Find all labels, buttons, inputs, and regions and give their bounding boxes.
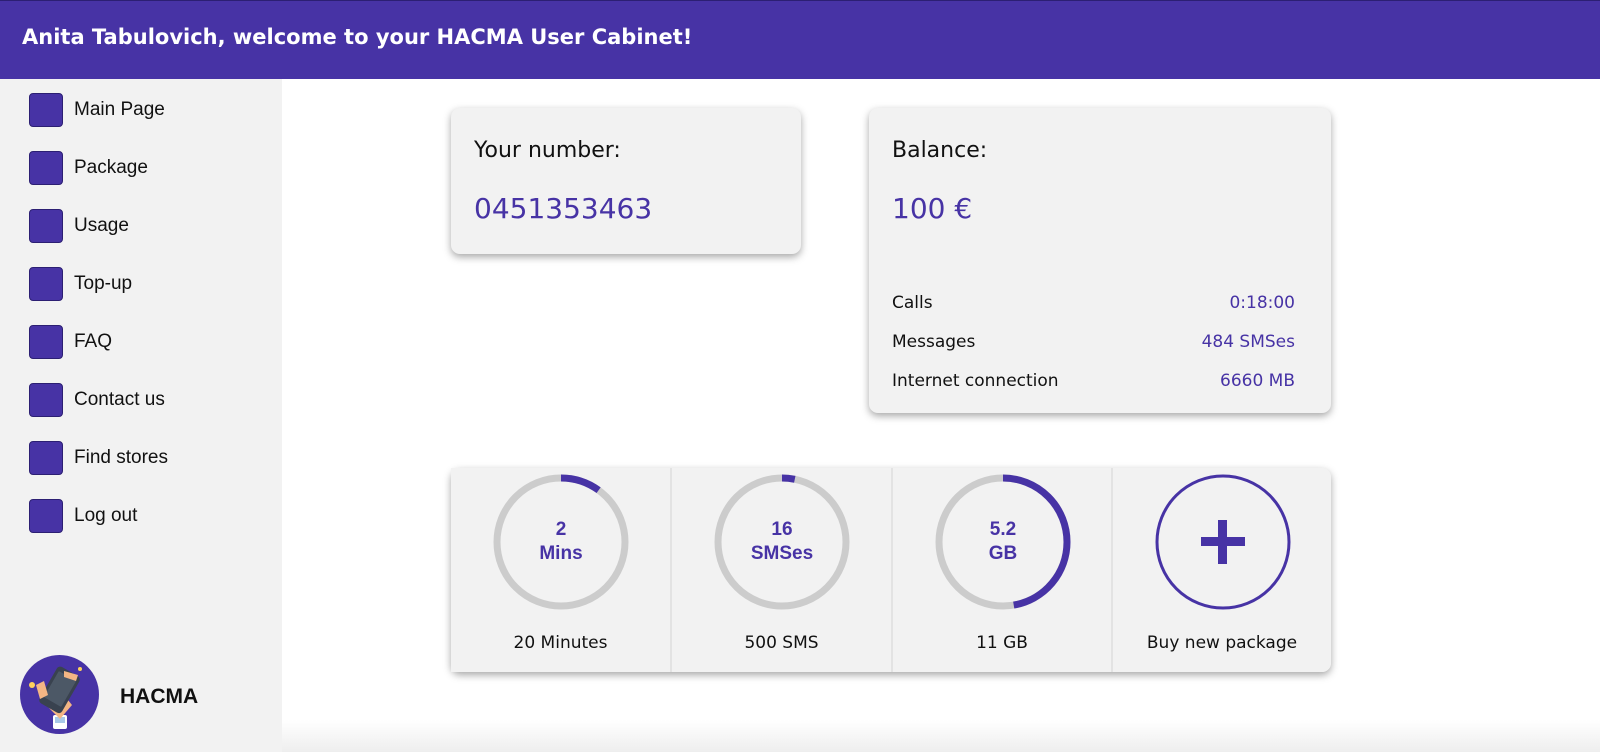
sidebar: Main Page Package Usage Top-up FAQ Conta… [0,79,282,752]
usage-value: 2 [555,519,567,540]
row-value: 6660 MB [1220,371,1295,391]
balance-row-messages: Messages 484 SMSes [892,332,1295,354]
page-footer-fade [282,720,1600,752]
square-icon [29,93,63,127]
sidebar-item-log-out[interactable]: Log out [29,499,269,533]
usage-amount: 5.2 GB [935,474,1071,610]
sidebar-item-label: Main Page [74,99,165,120]
square-icon [29,383,63,417]
usage-amount: 16 SMSes [714,474,850,610]
sidebar-item-label: Top-up [74,273,133,294]
buy-package-button[interactable]: Buy new package [1113,468,1331,672]
usage-unit: GB [988,543,1018,564]
usage-unit: SMSes [750,543,814,564]
sidebar-item-faq[interactable]: FAQ [29,325,269,359]
row-label: Internet connection [892,371,1059,391]
row-label: Calls [892,293,933,313]
sidebar-item-label: Log out [74,505,138,526]
balance-row-calls: Calls 0:18:00 [892,293,1295,315]
number-card: Your number: 0451353463 [451,108,801,254]
square-icon [29,209,63,243]
sidebar-item-label: Package [74,157,148,178]
package-data: 5.2 GB 11 GB [893,468,1111,672]
row-value: 0:18:00 [1229,293,1295,313]
sidebar-item-label: Find stores [74,447,168,468]
phone-in-hand-icon [20,655,99,734]
welcome-title: Anita Tabulovich, welcome to your HACMA … [22,25,693,49]
sidebar-item-label: Contact us [74,389,165,410]
package-caption: 11 GB [976,633,1028,653]
package-caption: 20 Minutes [513,633,608,653]
sidebar-item-package[interactable]: Package [29,151,269,185]
square-icon [29,441,63,475]
package-minutes: 2 Mins 20 Minutes [451,468,670,672]
package-sms: 16 SMSes 500 SMS [672,468,891,672]
phone-number: 0451353463 [474,192,653,225]
sidebar-item-contact-us[interactable]: Contact us [29,383,269,417]
sidebar-item-main-page[interactable]: Main Page [29,93,269,127]
sidebar-item-find-stores[interactable]: Find stores [29,441,269,475]
square-icon [29,267,63,301]
package-caption: 500 SMS [744,633,819,653]
row-label: Messages [892,332,976,352]
square-icon [29,499,63,533]
sidebar-item-usage[interactable]: Usage [29,209,269,243]
usage-amount: 2 Mins [493,474,629,610]
plus-icon [1155,474,1291,610]
usage-value: 5.2 [989,519,1017,540]
top-header: Anita Tabulovich, welcome to your HACMA … [0,0,1600,79]
usage-value: 16 [771,519,793,540]
square-icon [29,151,63,185]
balance-row-internet: Internet connection 6660 MB [892,371,1295,393]
balance-card: Balance: 100 € Calls 0:18:00 Messages 48… [869,108,1331,413]
brand-name: HACMA [120,685,199,708]
balance-amount: 100 € [892,192,973,225]
sidebar-item-label: FAQ [74,331,113,352]
row-value: 484 SMSes [1201,332,1295,352]
sidebar-item-top-up[interactable]: Top-up [29,267,269,301]
number-label: Your number: [474,138,621,163]
sidebar-item-label: Usage [74,215,129,236]
square-icon [29,325,63,359]
usage-unit: Mins [539,543,583,564]
buy-package-label: Buy new package [1146,633,1298,653]
balance-label: Balance: [892,138,988,163]
